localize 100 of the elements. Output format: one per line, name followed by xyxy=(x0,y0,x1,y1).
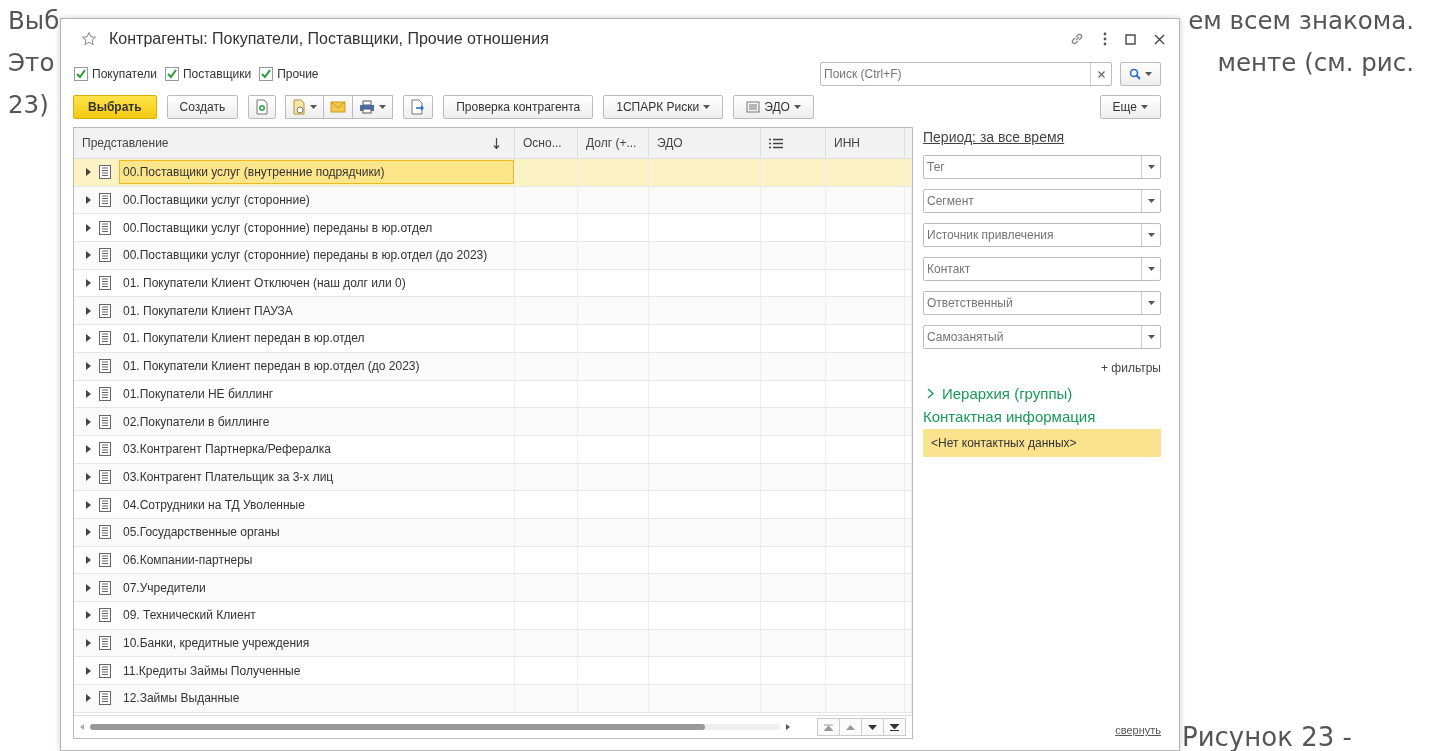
expand-icon[interactable] xyxy=(86,251,91,260)
expand-icon[interactable] xyxy=(86,279,91,288)
checkbox[interactable] xyxy=(259,67,274,81)
copy-button[interactable] xyxy=(248,95,277,119)
column-header[interactable]: Осно... xyxy=(523,136,562,150)
chevron-icon[interactable] xyxy=(927,388,934,399)
table-row[interactable]: 12.Займы Выданные xyxy=(74,685,912,713)
table-cell-text: 01.Покупатели НЕ биллинг xyxy=(122,385,275,403)
table-row[interactable]: 07.Учредители xyxy=(74,574,912,602)
expand-icon[interactable] xyxy=(86,306,91,315)
expand-icon[interactable] xyxy=(86,168,91,177)
table-row[interactable]: 09. Технический Клиент xyxy=(74,602,912,630)
expand-icon[interactable] xyxy=(86,639,91,648)
edo-button[interactable]: ЭДО xyxy=(733,95,814,119)
arrow-down-icon xyxy=(868,724,877,730)
filter-dropdown[interactable]: Источник привлечения xyxy=(923,223,1161,247)
checkbox-label: Поставщики xyxy=(182,67,252,81)
period-link[interactable]: Период: за все время xyxy=(923,129,1161,145)
caret-icon[interactable] xyxy=(1147,335,1155,339)
table-row[interactable]: 03.Контрагент Плательщик за 3-х лиц xyxy=(74,463,912,492)
caret-icon[interactable] xyxy=(1147,301,1155,305)
scroll-right-icon[interactable] xyxy=(786,724,790,730)
expand-icon[interactable] xyxy=(86,362,91,371)
hierarchy-group-title[interactable]: Иерархия (группы) xyxy=(942,385,1073,402)
scroll-bottom-button[interactable] xyxy=(883,718,906,736)
expand-icon[interactable] xyxy=(86,555,91,564)
scroll-down-button[interactable] xyxy=(861,718,884,736)
checkbox[interactable] xyxy=(74,67,88,81)
checkbox[interactable] xyxy=(164,67,179,81)
search-button[interactable] xyxy=(1120,62,1161,86)
caret-icon[interactable] xyxy=(1147,199,1155,203)
expand-icon[interactable] xyxy=(86,196,91,205)
spark-risks-button[interactable]: 1СПАРК Риски xyxy=(603,95,724,119)
star-icon[interactable] xyxy=(81,31,97,47)
collapse-link[interactable]: свернуть xyxy=(1115,724,1161,736)
filter-dropdown[interactable]: Самозанятый xyxy=(923,325,1161,349)
expand-icon[interactable] xyxy=(86,583,91,592)
document-arrow-button[interactable] xyxy=(403,95,434,119)
caret-icon[interactable] xyxy=(1147,267,1155,271)
column-header[interactable]: Долг (+... xyxy=(586,136,637,150)
select-button[interactable]: Выбрать xyxy=(73,95,157,119)
close-icon[interactable] xyxy=(1154,33,1165,45)
expand-icon[interactable] xyxy=(86,528,91,537)
expand-icon[interactable] xyxy=(86,223,91,232)
expand-icon[interactable] xyxy=(86,389,91,398)
column-header[interactable]: Представление xyxy=(82,136,169,150)
column-header[interactable]: ЭДО xyxy=(657,136,683,150)
contact-info-value: <Нет контактных данных> xyxy=(923,429,1161,457)
filter-dropdown[interactable]: Тег xyxy=(923,155,1161,179)
scrollbar-thumb[interactable] xyxy=(90,724,705,730)
table-cell-text: 12.Займы Выданные xyxy=(122,690,241,708)
table-row[interactable]: 01. Покупатели Клиент ПАУЗА xyxy=(74,297,912,326)
expand-icon[interactable] xyxy=(86,472,91,481)
expand-icon[interactable] xyxy=(86,417,91,426)
add-filters-link[interactable]: + фильтры xyxy=(1100,361,1161,375)
table-row[interactable]: 02.Покупатели в биллинге xyxy=(74,408,912,436)
filter-dropdown[interactable]: Ответственный xyxy=(923,291,1161,315)
table-row[interactable]: 04.Сотрудники на ТД Уволенные xyxy=(74,491,912,519)
arrow-bottom-icon xyxy=(890,723,899,731)
expand-icon[interactable] xyxy=(86,611,91,620)
scroll-top-button[interactable] xyxy=(817,718,840,736)
more-icon[interactable] xyxy=(1103,32,1107,46)
list-icon[interactable] xyxy=(769,137,783,149)
table-row[interactable]: 00.Поставщики услуг (внутренние подрядчики) xyxy=(74,159,912,187)
document-plus-icon xyxy=(255,99,270,115)
paragraph-text: Выб xyxy=(8,6,60,35)
paragraph-text: ем всем знакома. xyxy=(1188,6,1414,35)
table-row[interactable]: 00.Поставщики услуг (сторонние) xyxy=(74,186,912,215)
link-icon[interactable] xyxy=(1069,31,1085,47)
table-row[interactable]: 01. Покупатели Клиент передан в юр.отдел (до 2023) xyxy=(74,352,912,381)
expand-icon[interactable] xyxy=(86,694,91,703)
table-cell-text: 01. Покупатели Клиент ПАУЗА xyxy=(122,302,294,320)
table-row[interactable]: 00.Поставщики услуг (сторонние) переданы в юр.отдел (до 2023) xyxy=(74,242,912,270)
table-row[interactable]: 10.Банки, кредитные учреждения xyxy=(74,629,912,658)
create-button[interactable]: Создать xyxy=(166,95,239,119)
report-button[interactable] xyxy=(285,95,325,119)
print-button[interactable] xyxy=(352,95,394,119)
filter-dropdown[interactable]: Сегмент xyxy=(923,189,1161,213)
search-field[interactable]: Поиск (Ctrl+F) xyxy=(820,62,1112,86)
clear-icon[interactable] xyxy=(1097,70,1105,78)
maximize-icon[interactable] xyxy=(1125,33,1136,45)
table-row[interactable]: 05.Государственные органы xyxy=(74,518,912,547)
filter-dropdown[interactable]: Контакт xyxy=(923,257,1161,281)
expand-icon[interactable] xyxy=(86,334,91,343)
column-header[interactable]: ИНН xyxy=(834,136,860,150)
more-button[interactable]: Еще xyxy=(1099,95,1161,119)
table-cell-text: 00.Поставщики услуг (сторонние) xyxy=(122,192,311,210)
expand-icon[interactable] xyxy=(86,666,91,675)
table-row[interactable]: 01. Покупатели Клиент передан в юр.отдел xyxy=(74,325,912,353)
search-input[interactable]: Поиск (Ctrl+F) xyxy=(821,63,1090,85)
document-lines-icon xyxy=(746,100,761,114)
caret-icon[interactable] xyxy=(1147,233,1155,237)
caret-icon[interactable] xyxy=(1147,165,1155,169)
table-row[interactable]: 03.Контрагент Партнерка/Рефералка xyxy=(74,435,912,464)
check-counterparty-button[interactable]: Проверка контрагента xyxy=(443,95,594,119)
envelope-icon xyxy=(330,101,347,113)
expand-icon[interactable] xyxy=(86,445,91,454)
expand-icon[interactable] xyxy=(86,500,91,509)
table-cell-text: 03.Контрагент Партнерка/Рефералка xyxy=(122,441,332,459)
contact-info-title: Контактная информация xyxy=(923,408,1097,425)
